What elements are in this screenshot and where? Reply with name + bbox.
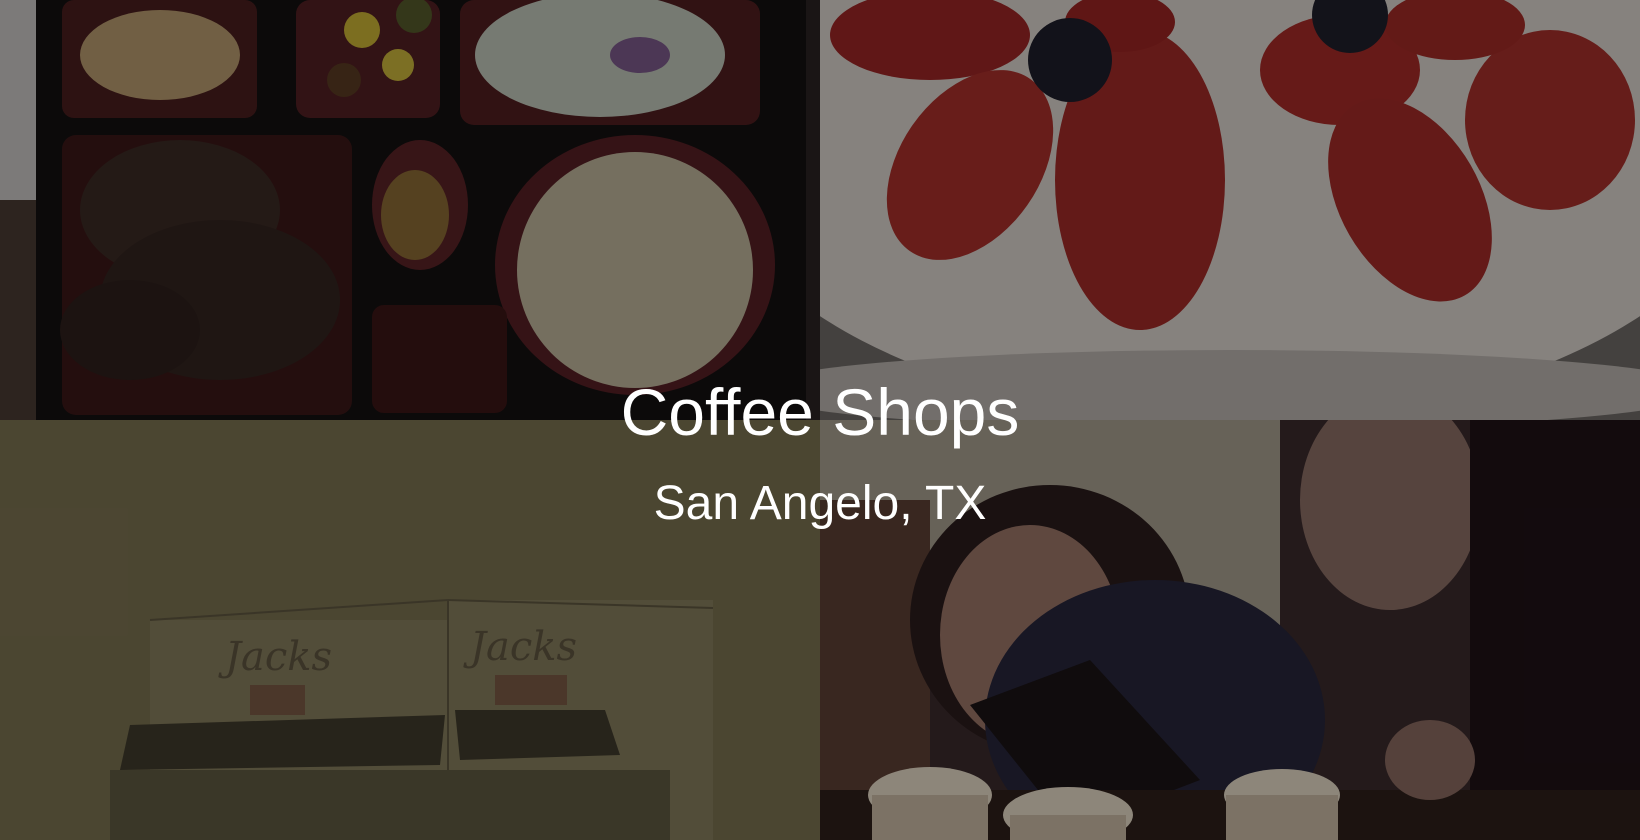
friends-with-coffee-photo [820,420,1640,840]
svg-text:Jacks: Jacks [463,624,577,670]
photo-collage: Jacks Jacks [0,0,1640,840]
strawberry-cake-photo [820,0,1640,420]
svg-text:Jacks: Jacks [218,634,332,680]
cafe-storefront-sketch-photo: Jacks Jacks [0,420,820,840]
bento-box-photo [0,0,820,420]
